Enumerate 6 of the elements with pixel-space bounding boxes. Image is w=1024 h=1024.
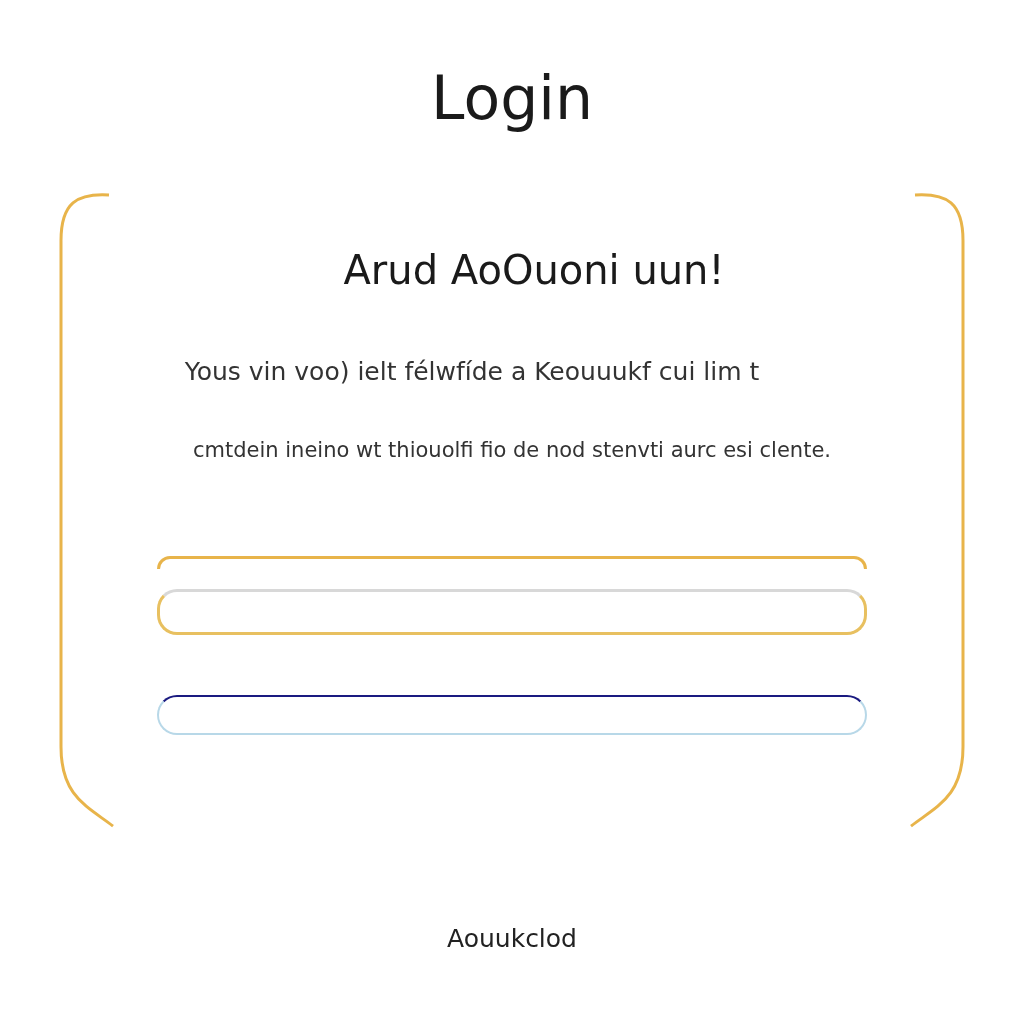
description-text: cmtdein ineino wt thiouolfi fio de nod stenvti aurc esi clente.: [192, 438, 831, 462]
input-field[interactable]: [157, 695, 867, 735]
card-heading: Arud AoOuoni uun!: [343, 246, 725, 295]
page-title: Login: [431, 62, 593, 135]
footer-link[interactable]: Aouukclod: [447, 924, 577, 953]
description-text: Yous vin voo) ielt félwfíde a Keouuukf cui lim t: [184, 357, 760, 386]
